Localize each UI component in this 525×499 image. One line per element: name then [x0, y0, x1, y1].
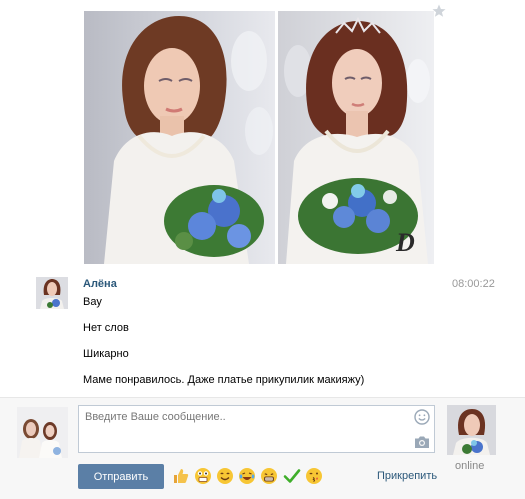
photo-watermark: D	[395, 228, 415, 257]
star-icon[interactable]	[431, 3, 447, 19]
message-author[interactable]: Алёна	[83, 278, 117, 290]
my-avatar[interactable]	[17, 407, 68, 458]
online-status: online	[455, 460, 485, 472]
message-line: Маме понравилось. Даже платье прикупилик…	[83, 374, 365, 386]
message-line: Вау	[83, 296, 102, 308]
attach-link[interactable]: Прикрепить	[377, 470, 437, 482]
message-line: Нет слов	[83, 322, 129, 334]
peer-avatar[interactable]	[447, 405, 496, 455]
attached-photo-2[interactable]: D	[278, 11, 434, 264]
check-mark-icon[interactable]	[283, 467, 301, 485]
laugh-tears-emoji-icon[interactable]	[238, 467, 256, 485]
smile-icon[interactable]	[414, 409, 430, 425]
thumbs-up-emoji-icon[interactable]	[172, 467, 190, 485]
send-button[interactable]: Отправить	[78, 464, 164, 489]
message-time[interactable]: 08:00:22	[452, 278, 495, 290]
smile-emoji-icon[interactable]	[216, 467, 234, 485]
camera-icon[interactable]	[414, 435, 430, 449]
message-input[interactable]: Введите Ваше сообщение..	[78, 405, 435, 453]
wink-kiss-emoji-icon[interactable]	[305, 467, 323, 485]
shocked-emoji-icon[interactable]	[194, 467, 212, 485]
sender-avatar[interactable]	[36, 277, 68, 309]
grimace-emoji-icon[interactable]	[260, 467, 278, 485]
message-line: Шикарно	[83, 348, 129, 360]
attached-photo-1[interactable]	[84, 11, 275, 264]
message-placeholder: Введите Ваше сообщение..	[85, 411, 226, 423]
